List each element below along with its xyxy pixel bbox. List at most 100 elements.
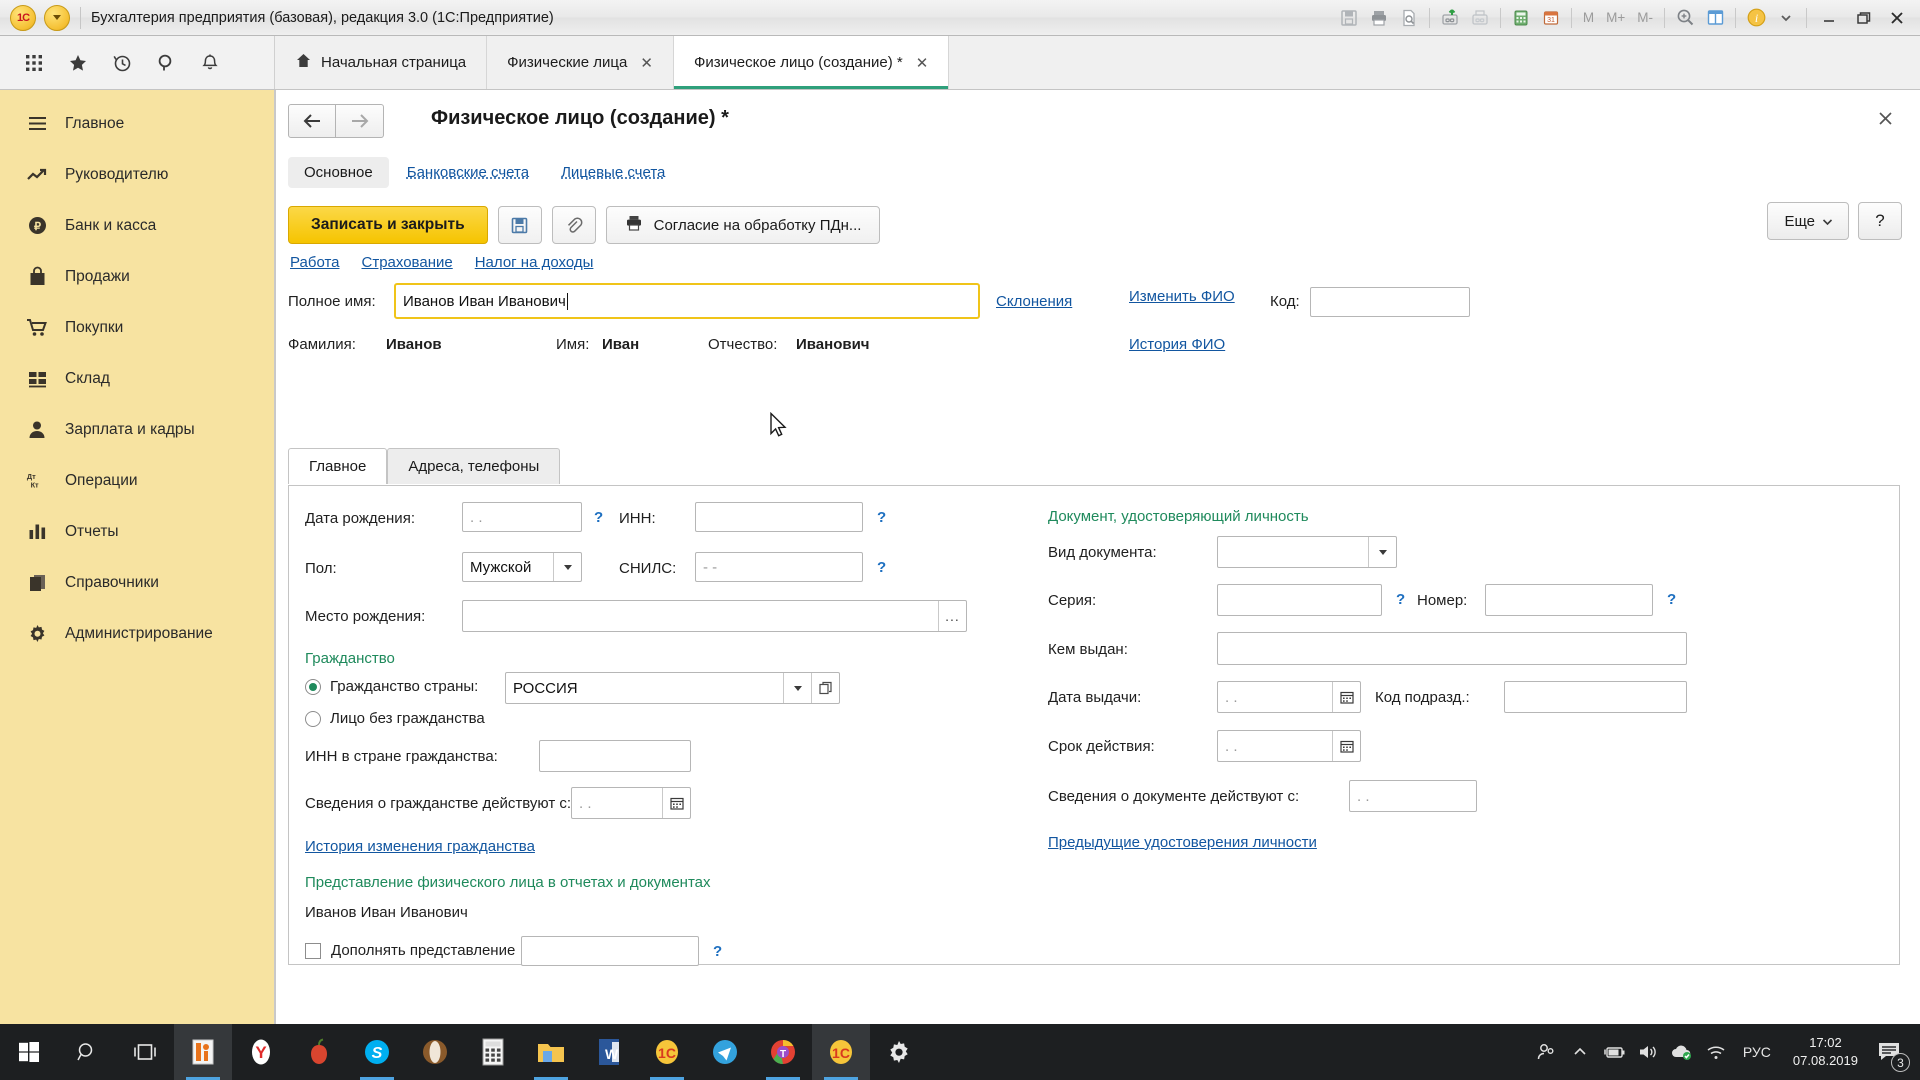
taskbar-skype-icon[interactable]: S xyxy=(348,1024,406,1080)
wifi-icon[interactable] xyxy=(1699,1024,1733,1080)
stateless-radio[interactable]: Лицо без гражданства xyxy=(305,710,485,727)
chevron-down-icon[interactable] xyxy=(783,673,811,703)
taskbar-onec-active-icon[interactable]: 1C xyxy=(812,1024,870,1080)
sidebar-item-payroll-hr[interactable]: Зарплата и кадры xyxy=(0,404,274,455)
citizenship-country-radio[interactable]: Гражданство страны: xyxy=(305,678,478,695)
clock[interactable]: 17:02 07.08.2019 xyxy=(1781,1034,1870,1070)
notifications-bell-icon[interactable] xyxy=(190,43,230,83)
sidebar-item-operations[interactable]: Дт Кт Операции xyxy=(0,455,274,506)
form-close-icon[interactable] xyxy=(1877,110,1894,133)
sidebar-item-administration[interactable]: Администрирование xyxy=(0,608,274,659)
taskbar-opera-icon[interactable] xyxy=(406,1024,464,1080)
taskbar-gear-icon[interactable] xyxy=(870,1024,928,1080)
calculator-icon[interactable] xyxy=(1506,3,1536,33)
taskbar-app-orange-icon[interactable] xyxy=(174,1024,232,1080)
birthdate-help-icon[interactable]: ? xyxy=(594,509,603,526)
supplement-help-icon[interactable]: ? xyxy=(713,943,722,960)
memory-m-plus-label[interactable]: M+ xyxy=(1600,10,1631,25)
tab-close-icon[interactable]: ✕ xyxy=(640,54,653,72)
taskbar-apple-icon[interactable] xyxy=(290,1024,348,1080)
volume-icon[interactable] xyxy=(1631,1024,1665,1080)
sublink-insurance[interactable]: Страхование xyxy=(362,254,453,271)
restore-button[interactable] xyxy=(1846,1,1880,35)
taskbar-yandex-icon[interactable]: Y xyxy=(232,1024,290,1080)
ellipsis-icon[interactable]: ... xyxy=(938,601,966,631)
series-help-icon[interactable]: ? xyxy=(1396,591,1405,608)
birthplace-input[interactable]: ... xyxy=(462,600,967,632)
sublink-work[interactable]: Работа xyxy=(290,254,340,271)
valid-until-input[interactable]: . . xyxy=(1217,730,1361,762)
issued-by-input[interactable] xyxy=(1217,632,1687,665)
calendar-icon[interactable] xyxy=(662,788,690,818)
consent-processing-button[interactable]: Согласие на обработку ПДн... xyxy=(605,206,881,244)
inner-tab-addresses-phones[interactable]: Адреса, телефоны xyxy=(387,448,561,484)
history-clock-icon[interactable] xyxy=(102,43,142,83)
series-input[interactable] xyxy=(1217,584,1382,616)
windows-start-icon[interactable] xyxy=(0,1024,58,1080)
forward-button[interactable] xyxy=(336,104,384,138)
snils-input[interactable]: - - xyxy=(695,552,863,582)
tab-individuals-list[interactable]: Физические лица ✕ xyxy=(487,36,674,89)
sidebar-item-reports[interactable]: Отчеты xyxy=(0,506,274,557)
snils-help-icon[interactable]: ? xyxy=(877,559,886,576)
apps-grid-icon[interactable] xyxy=(14,43,54,83)
tab-home[interactable]: Начальная страница xyxy=(275,36,488,89)
split-window-icon[interactable] xyxy=(1700,3,1730,33)
memory-m-minus-label[interactable]: M- xyxy=(1631,10,1659,25)
calendar-icon[interactable] xyxy=(1332,682,1360,712)
nav-tab-personal-accounts[interactable]: Лицевые счета xyxy=(547,157,679,188)
issue-date-input[interactable]: . . xyxy=(1217,681,1361,713)
minimize-button[interactable] xyxy=(1812,1,1846,35)
supplement-checkbox[interactable]: Дополнять представление xyxy=(305,942,515,959)
calendar-icon[interactable] xyxy=(1332,731,1360,761)
number-input[interactable] xyxy=(1485,584,1653,616)
sidebar-item-main[interactable]: Главное xyxy=(0,98,274,149)
inn-input[interactable] xyxy=(695,502,863,532)
notifications-icon[interactable]: 3 xyxy=(1870,1024,1910,1080)
more-menu-button[interactable]: Еще xyxy=(1767,202,1849,240)
full-name-input[interactable]: Иванов Иван Иванович xyxy=(394,283,980,319)
favorites-star-icon[interactable] xyxy=(58,43,98,83)
declensions-link[interactable]: Склонения xyxy=(996,293,1072,310)
gender-select[interactable]: Мужской xyxy=(462,552,582,582)
close-button[interactable] xyxy=(1880,1,1914,35)
sidebar-item-sales[interactable]: Продажи xyxy=(0,251,274,302)
tab-close-icon[interactable]: ✕ xyxy=(916,54,929,72)
cloud-check-icon[interactable] xyxy=(1665,1024,1699,1080)
chevron-up-icon[interactable] xyxy=(1563,1024,1597,1080)
chevron-down-icon[interactable] xyxy=(553,553,581,581)
inn-help-icon[interactable]: ? xyxy=(877,509,886,526)
fax-icon[interactable] xyxy=(1465,3,1495,33)
sidebar-item-bank-cash[interactable]: ₽ Банк и касса xyxy=(0,200,274,251)
save-and-close-button[interactable]: Записать и закрыть xyxy=(288,206,488,244)
doc-type-select[interactable] xyxy=(1217,536,1397,568)
change-fio-link[interactable]: Изменить ФИО xyxy=(1129,288,1235,305)
print-preview-icon[interactable] xyxy=(1394,3,1424,33)
help-button[interactable]: ? xyxy=(1858,202,1902,240)
supplement-input[interactable] xyxy=(521,936,699,966)
calendar-icon[interactable]: 31 xyxy=(1536,3,1566,33)
citizenship-country-select[interactable]: РОССИЯ xyxy=(505,672,840,704)
search-icon[interactable] xyxy=(146,43,186,83)
inn-abroad-input[interactable] xyxy=(539,740,691,772)
citizenship-from-input[interactable]: . . xyxy=(571,787,691,819)
open-reference-icon[interactable] xyxy=(811,673,839,703)
taskbar-explorer-folder-icon[interactable] xyxy=(522,1024,580,1080)
save-icon[interactable] xyxy=(1334,3,1364,33)
nav-tab-main[interactable]: Основное xyxy=(288,156,389,188)
dept-code-input[interactable] xyxy=(1504,681,1687,713)
chevron-down-icon[interactable] xyxy=(1368,537,1396,567)
back-button[interactable] xyxy=(288,104,336,138)
taskbar-onec-icon[interactable]: 1C xyxy=(638,1024,696,1080)
memory-m-label[interactable]: M xyxy=(1577,10,1600,25)
taskbar-word-icon[interactable]: W xyxy=(580,1024,638,1080)
attach-file-button[interactable] xyxy=(551,206,596,244)
save-button[interactable] xyxy=(497,206,542,244)
birthdate-input[interactable]: . . xyxy=(462,502,582,532)
taskbar-telegram-icon[interactable] xyxy=(696,1024,754,1080)
history-fio-link[interactable]: История ФИО xyxy=(1129,336,1225,353)
zoom-icon[interactable] xyxy=(1670,3,1700,33)
previous-documents-link[interactable]: Предыдущие удостоверения личности xyxy=(1048,834,1317,851)
citizenship-history-link[interactable]: История изменения гражданства xyxy=(305,838,535,855)
info-icon[interactable]: i xyxy=(1741,3,1771,33)
